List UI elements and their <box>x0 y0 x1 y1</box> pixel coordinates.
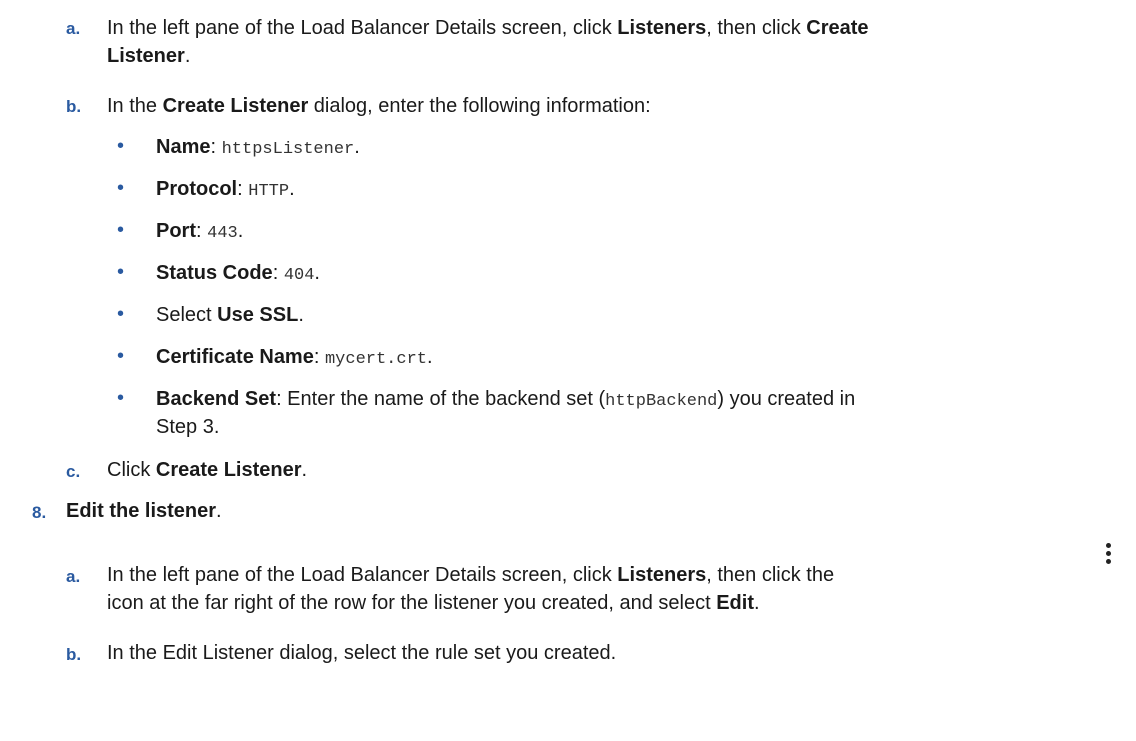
step-7a-text2: , then click <box>706 17 807 39</box>
bullet-bold: Certificate Name <box>156 346 314 368</box>
bullet-marker: • <box>117 135 125 157</box>
listener-term: Listener <box>107 45 185 67</box>
create-listener-term: Create Listener <box>155 459 302 481</box>
step-7b-text2: dialog, enter the following information: <box>308 95 651 117</box>
bullet-marker: • <box>117 303 125 325</box>
step-7b-text: In the Create Listener dialog, enter the… <box>107 92 651 120</box>
bullet-marker: • <box>117 219 125 241</box>
create-term: Create <box>806 17 869 39</box>
step-8a-line2: icon at the far right of the row for the… <box>107 589 760 617</box>
step-7b-label: b. <box>66 97 82 116</box>
step-8-end: . <box>216 500 222 522</box>
bullet-pre: Select <box>156 304 218 326</box>
bullet-end: . <box>427 346 433 368</box>
bullet-status-code: Status Code: 404. <box>156 259 320 290</box>
bullet-name: Name: httpsListener. <box>156 133 360 164</box>
step-7a-line2-end: . <box>184 45 191 67</box>
step-7c-end: . <box>301 459 308 481</box>
step-7a-text1: In the left pane of the Load Balancer De… <box>107 17 618 39</box>
bullet-bold: Name <box>156 136 211 158</box>
bullet-bold: Port <box>156 220 196 242</box>
bullet-end: . <box>314 262 320 284</box>
step-8b-text: In the Edit Listener dialog, select the … <box>107 642 617 664</box>
bullet-sep: : <box>196 220 208 242</box>
bullet-code: HTTP <box>248 182 290 201</box>
bullet-code: 443 <box>207 224 238 243</box>
bullet-use-ssl: Select Use SSL. <box>156 301 304 329</box>
step-7a-label: a. <box>66 19 81 38</box>
bullet-text1: : Enter the name of the backend set ( <box>276 388 606 410</box>
step-8a-text: In the left pane of the Load Balancer De… <box>107 561 834 589</box>
step-8-bold: Edit the listener <box>66 500 217 522</box>
bullet-end: . <box>289 178 295 200</box>
create-listener-term: Create Listener <box>162 95 309 117</box>
step-8-heading: Edit the listener. <box>66 497 222 525</box>
bullet-code: httpsListener <box>221 140 355 159</box>
listeners-term: Listeners <box>617 17 707 39</box>
step-8a-line2-end: . <box>754 592 760 614</box>
bullet-bold: Backend Set <box>156 388 277 410</box>
step-8a-text1: In the left pane of the Load Balancer De… <box>107 564 618 586</box>
bullet-marker: • <box>117 387 125 409</box>
step-7c-text1: Click <box>107 459 156 481</box>
bullet-code: httpBackend <box>605 392 718 411</box>
bullet-marker: • <box>117 261 125 283</box>
step-8-label: 8. <box>32 503 47 522</box>
vertical-ellipsis-icon <box>1106 543 1112 567</box>
step-8b-label: b. <box>66 645 82 664</box>
bullet-backend-set: Backend Set: Enter the name of the backe… <box>156 385 855 416</box>
bullet-protocol: Protocol: HTTP. <box>156 175 295 206</box>
step-7b-text1: In the <box>107 95 163 117</box>
bullet-sep: : <box>210 136 222 158</box>
step-8a-label: a. <box>66 567 81 586</box>
bullet-certificate: Certificate Name: mycert.crt. <box>156 343 433 374</box>
step-7a-text: In the left pane of the Load Balancer De… <box>107 14 869 42</box>
step-7c-text: Click Create Listener. <box>107 456 307 484</box>
bullet-code: mycert.crt <box>324 350 427 369</box>
bullet-marker: • <box>117 345 125 367</box>
bullet-port: Port: 443. <box>156 217 243 248</box>
bullet-marker: • <box>117 177 125 199</box>
bullet-sep: : <box>313 346 325 368</box>
bullet-end: . <box>354 136 360 158</box>
listeners-term: Listeners <box>617 564 707 586</box>
bullet-end: . <box>237 220 244 242</box>
step-8a-line2-text: icon at the far right of the row for the… <box>107 592 717 614</box>
edit-term: Edit <box>716 592 754 614</box>
bullet-sep: : <box>237 178 249 200</box>
bullet-bold: Use SSL <box>217 304 299 326</box>
bullet-end: . <box>298 304 304 326</box>
bullet-backend-set-line2: Step 3. <box>156 416 220 438</box>
bullet-text2: ) you created in <box>717 388 856 410</box>
bullet-bold: Protocol <box>156 178 238 200</box>
bullet-bold: Status Code <box>156 262 273 284</box>
bullet-sep: : <box>272 262 284 284</box>
step-7a-line2: Listener. <box>107 42 190 70</box>
bullet-code: 404 <box>283 266 315 285</box>
step-7c-label: c. <box>66 462 81 481</box>
step-8a-text2: , then click the <box>706 564 835 586</box>
